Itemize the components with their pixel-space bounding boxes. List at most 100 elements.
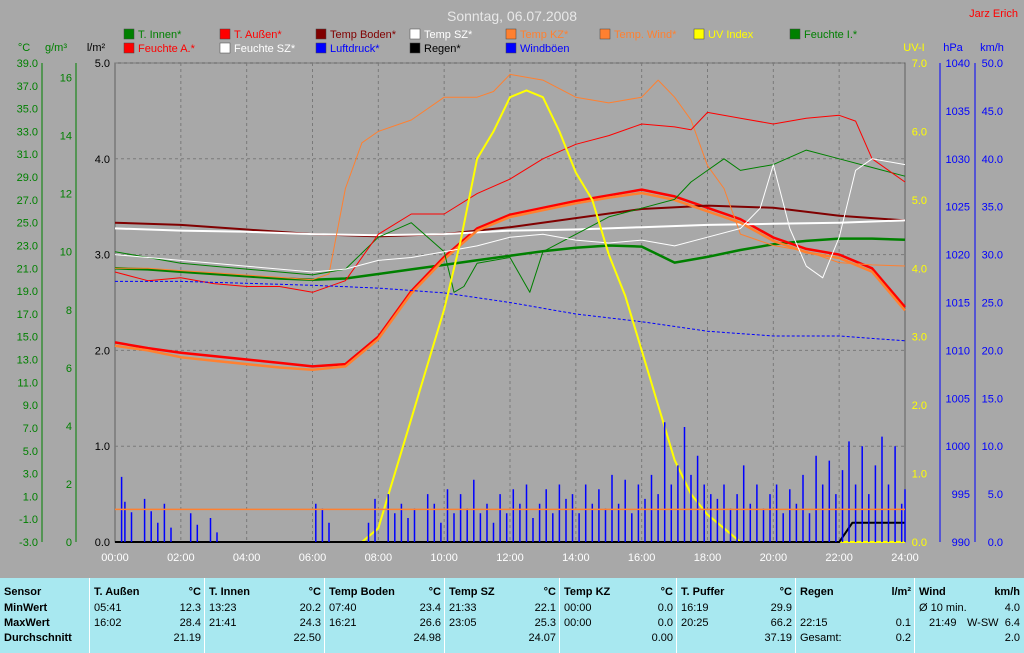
axis-tick-label-uv: 1.0 [912, 469, 927, 481]
axis-tick-label-uv: 7.0 [912, 58, 927, 70]
stats-column-unit: °C [660, 586, 673, 598]
stats-min-time: Ø 10 min. [919, 602, 967, 614]
stats-column-title: T. Außen [94, 586, 140, 598]
stats-max-value: 26.6 [419, 617, 441, 629]
chart-legend: T. Innen* T. Außen* Temp Boden* Temp SZ* Tem… [123, 28, 858, 55]
legend-label: Feuchte I.* [804, 29, 858, 41]
axis-tick-label-wind: 35.0 [982, 202, 1003, 214]
axis-tick-label-humid: 12 [60, 189, 72, 201]
stats-min-row: Ø 10 min. 4.0 [919, 601, 1020, 616]
stats-max-row: 00:00 0.0 [564, 616, 673, 631]
stats-avg-row: 24.98 [329, 631, 441, 646]
stats-max-row: 21:41 24.3 [209, 616, 321, 631]
axis-tick-label-wind: 45.0 [982, 106, 1003, 118]
axis-tick-label-temp: 25.0 [17, 218, 38, 230]
stats-row-label: MinWert [4, 601, 86, 616]
axis-tick-label-rain: 3.0 [95, 250, 110, 262]
stats-avg-row: Gesamt: 0.2 [800, 631, 911, 646]
x-tick-label: 00:00 [101, 552, 129, 564]
legend-label: T. Innen* [138, 29, 182, 41]
stats-max-value: 66.2 [770, 617, 792, 629]
axis-tick-label-wind: 0.0 [988, 537, 1003, 549]
stats-column: T. Außen °C 05:41 12.3 16:02 28.4 21.19 [89, 578, 205, 653]
stats-row-label-text: Durchschnitt [4, 632, 72, 644]
legend-swatch [123, 42, 135, 54]
stats-avg-row: 2.0 [919, 631, 1020, 646]
axis-tick-label-press: 1030 [946, 154, 970, 166]
stats-max-value: 0.0 [657, 617, 673, 629]
axis-tick-label-humid: 8 [66, 305, 72, 317]
x-tick-label: 24:00 [891, 552, 919, 564]
axis-tick-label-temp: 3.0 [23, 469, 38, 481]
x-tick-label: 20:00 [760, 552, 788, 564]
axis-tick-label-humid: 10 [60, 247, 72, 259]
legend-label: Temp SZ* [424, 29, 473, 41]
stats-min-time: 16:19 [681, 602, 709, 614]
stats-sensor-header: Sensor [4, 585, 86, 600]
stats-row-label-text: MaxWert [4, 617, 50, 629]
axis-title-press: hPa [943, 42, 963, 54]
axis-tick-label-press: 1025 [946, 202, 970, 214]
legend-swatch [123, 28, 135, 40]
stats-min-row: 13:23 20.2 [209, 601, 321, 616]
stats-max-value: 6.4 [1004, 617, 1020, 629]
axis-tick-label-temp: -1.0 [19, 514, 38, 526]
axis-title-uv: UV-I [903, 42, 924, 54]
stats-avg-row: 22.50 [209, 631, 321, 646]
stats-max-time: 16:02 [94, 617, 122, 629]
stats-max-value: 24.3 [299, 617, 321, 629]
legend-swatch [409, 28, 421, 40]
stats-column: Temp SZ °C 21:33 22.1 23:05 25.3 24.07 [444, 578, 560, 653]
stats-column: T. Puffer °C 16:19 29.9 20:25 66.2 37.19 [676, 578, 796, 653]
stats-column-header: T. Puffer °C [681, 585, 792, 600]
axis-tick-label-temp: 11.0 [17, 377, 38, 389]
axis-tick-label-temp: 13.0 [17, 355, 38, 367]
x-tick-label: 12:00 [496, 552, 524, 564]
stats-min-row: 00:00 0.0 [564, 601, 673, 616]
axis-tick-label-temp: -3.0 [19, 537, 38, 549]
stats-max-time: 22:15 [800, 617, 828, 629]
stats-column-title: T. Puffer [681, 586, 725, 598]
stats-column-header: Temp KZ °C [564, 585, 673, 600]
stats-avg-value: 0.2 [895, 632, 911, 644]
stats-max-time: 23:05 [449, 617, 477, 629]
axis-tick-label-uv: 6.0 [912, 126, 927, 138]
stats-min-value: 22.1 [534, 602, 556, 614]
stats-column: Regen l/m² 22:15 0.1 Gesamt: 0.2 [795, 578, 915, 653]
legend-swatch [505, 28, 517, 40]
axis-tick-label-humid: 0 [66, 537, 72, 549]
stats-min-time: 00:00 [564, 602, 592, 614]
stats-min-value: 12.3 [179, 602, 201, 614]
axis-tick-label-wind: 20.0 [982, 345, 1003, 357]
stats-max-time: 16:21 [329, 617, 357, 629]
stats-max-row: 22:15 0.1 [800, 616, 911, 631]
stats-column-title: Temp Boden [329, 586, 395, 598]
stats-avg-value: 21.19 [173, 632, 201, 644]
axis-tick-label-humid: 16 [60, 73, 72, 85]
axis-tick-label-uv: 2.0 [912, 400, 927, 412]
stats-column-header: Wind km/h [919, 585, 1020, 600]
axis-tick-label-temp: 29.0 [17, 172, 38, 184]
stats-column-title: Regen [800, 586, 834, 598]
axis-tick-label-wind: 50.0 [982, 58, 1003, 70]
axis-tick-label-wind: 15.0 [982, 393, 1003, 405]
statistics-table: Sensor MinWert MaxWert Durchschnitt T. Außen… [0, 578, 1024, 653]
axis-tick-label-temp: 5.0 [23, 446, 38, 458]
axis-tick-label-rain: 5.0 [95, 58, 110, 70]
stats-max-time: 20:25 [681, 617, 709, 629]
legend-label: T. Außen* [234, 29, 282, 41]
axis-tick-label-wind: 10.0 [982, 441, 1003, 453]
stats-column: T. Innen °C 13:23 20.2 21:41 24.3 22.50 [204, 578, 325, 653]
stats-min-value: 20.2 [299, 602, 321, 614]
legend-swatch [315, 28, 327, 40]
stats-max-row: 21:49 W-SW 6.4 [919, 616, 1020, 631]
legend-swatch [599, 28, 611, 40]
stats-column-header: T. Außen °C [94, 585, 201, 600]
stats-column-header: Temp SZ °C [449, 585, 556, 600]
stats-avg-value: 37.19 [764, 632, 792, 644]
legend-swatch [315, 42, 327, 54]
stats-min-row [800, 601, 911, 616]
stats-row-label-text: MinWert [4, 602, 48, 614]
axis-tick-label-uv: 4.0 [912, 263, 927, 275]
stats-min-row: 16:19 29.9 [681, 601, 792, 616]
